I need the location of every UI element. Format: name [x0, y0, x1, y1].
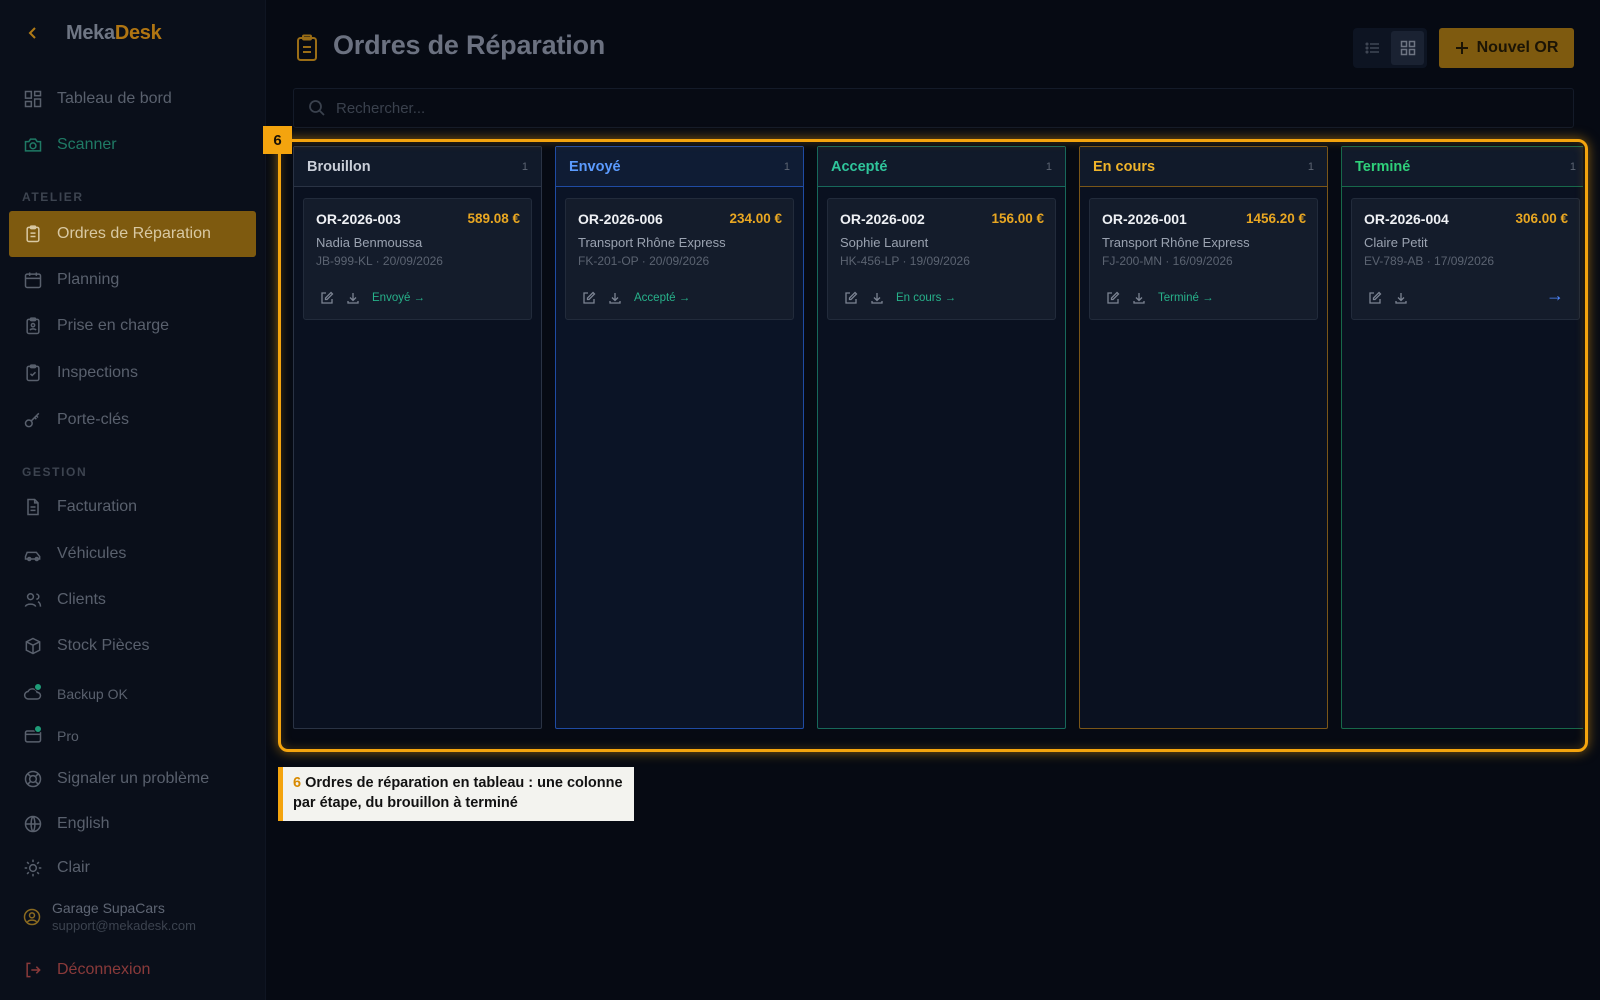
sidebar: MekaDesk Tableau de bord Scanner ATELIER… — [0, 0, 266, 1000]
sidebar-item-pro[interactable]: Pro — [9, 713, 256, 759]
new-repair-order-button[interactable]: Nouvel OR — [1439, 28, 1574, 68]
sidebar-item-label: Planning — [57, 271, 120, 288]
callout-text: Ordres de réparation en tableau : une co… — [293, 775, 623, 811]
sidebar-item-label: Stock Pièces — [57, 637, 150, 654]
key-icon — [24, 412, 40, 428]
camera-icon — [24, 138, 42, 152]
sidebar-item-dashboard[interactable]: Tableau de bord — [9, 76, 256, 122]
sidebar-item-report[interactable]: Signaler un problème — [9, 756, 256, 802]
car-icon — [24, 551, 41, 562]
users-icon — [24, 593, 42, 607]
search-icon — [309, 100, 325, 116]
sidebar-item-scanner[interactable]: Scanner — [9, 122, 256, 168]
sidebar-item-language[interactable]: English — [9, 801, 256, 847]
logout-icon — [26, 962, 41, 978]
sidebar-item-backup[interactable]: Backup OK — [9, 671, 256, 717]
sun-icon — [24, 859, 42, 877]
sidebar-item-label: Backup OK — [57, 686, 128, 702]
sidebar-item-theme[interactable]: Clair — [9, 845, 256, 891]
sidebar-item-billing[interactable]: Facturation — [9, 484, 256, 530]
tutorial-highlight — [278, 139, 1588, 752]
document-icon — [27, 498, 39, 516]
sidebar-item-label: Clients — [57, 591, 106, 608]
sidebar-item-label: Pro — [57, 728, 79, 744]
sidebar-item-label: Véhicules — [57, 545, 127, 562]
chevron-left-icon[interactable] — [20, 20, 46, 46]
view-toggle — [1353, 28, 1427, 68]
brand: MekaDesk — [20, 18, 162, 48]
user-name: Garage SupaCars — [52, 900, 165, 916]
plus-icon — [1455, 42, 1468, 54]
sidebar-item-label: Clair — [57, 859, 90, 876]
grid-icon — [1400, 40, 1415, 56]
sidebar-item-inspections[interactable]: Inspections — [9, 350, 256, 396]
lifebuoy-icon — [24, 770, 42, 788]
sidebar-item-label: Tableau de bord — [57, 90, 172, 107]
sidebar-item-label: Facturation — [57, 498, 138, 515]
calendar-icon — [24, 272, 42, 289]
sidebar-item-keys[interactable]: Porte-clés — [9, 397, 256, 443]
user-email: support@mekadesk.com — [52, 918, 196, 933]
list-icon — [1364, 42, 1379, 54]
step-badge: 6 — [263, 126, 292, 154]
sidebar-item-stock[interactable]: Stock Pièces — [9, 623, 256, 669]
section-label-atelier: ATELIER — [22, 190, 84, 204]
sidebar-item-label: Porte-clés — [57, 411, 130, 428]
sidebar-item-clients[interactable]: Clients — [9, 577, 256, 623]
new-button-label: Nouvel OR — [1476, 39, 1559, 56]
sidebar-item-label: Prise en charge — [57, 317, 170, 334]
sidebar-item-planning[interactable]: Planning — [9, 257, 256, 303]
clipboard-icon — [26, 225, 40, 243]
sidebar-item-label: Déconnexion — [57, 961, 151, 978]
sidebar-item-label: Inspections — [57, 364, 138, 381]
globe-icon — [24, 815, 42, 833]
user-profile[interactable]: Garage SupaCars support@mekadesk.com — [22, 900, 196, 933]
brand-logo: MekaDesk — [66, 21, 162, 44]
sidebar-item-label: Scanner — [57, 136, 117, 153]
status-dot — [34, 683, 42, 691]
sidebar-item-label: Ordres de Réparation — [57, 225, 211, 242]
sidebar-item-intake[interactable]: Prise en charge — [9, 303, 256, 349]
dashboard-icon — [24, 90, 42, 108]
sidebar-item-label: English — [57, 815, 110, 832]
clipboard-icon — [297, 34, 317, 61]
sidebar-item-label: Signaler un problème — [57, 770, 210, 787]
board-view-button[interactable] — [1391, 31, 1424, 65]
callout-number: 6 — [293, 775, 302, 791]
sidebar-item-repair-orders[interactable]: Ordres de Réparation — [9, 211, 256, 257]
user-circle-icon — [23, 908, 41, 925]
search-bar — [293, 88, 1574, 128]
sidebar-item-vehicles[interactable]: Véhicules — [9, 531, 256, 577]
list-view-button[interactable] — [1356, 31, 1389, 65]
status-dot — [34, 725, 42, 733]
clipboard-person-icon — [26, 317, 40, 335]
section-label-gestion: GESTION — [22, 465, 88, 479]
box-icon — [25, 637, 41, 655]
clipboard-check-icon — [26, 364, 40, 382]
search-input[interactable] — [336, 99, 1536, 117]
page-title: Ordres de Réparation — [333, 30, 606, 60]
tutorial-callout: 6 Ordres de réparation en tableau : une c… — [278, 767, 634, 821]
logout-button[interactable]: Déconnexion — [9, 947, 256, 993]
